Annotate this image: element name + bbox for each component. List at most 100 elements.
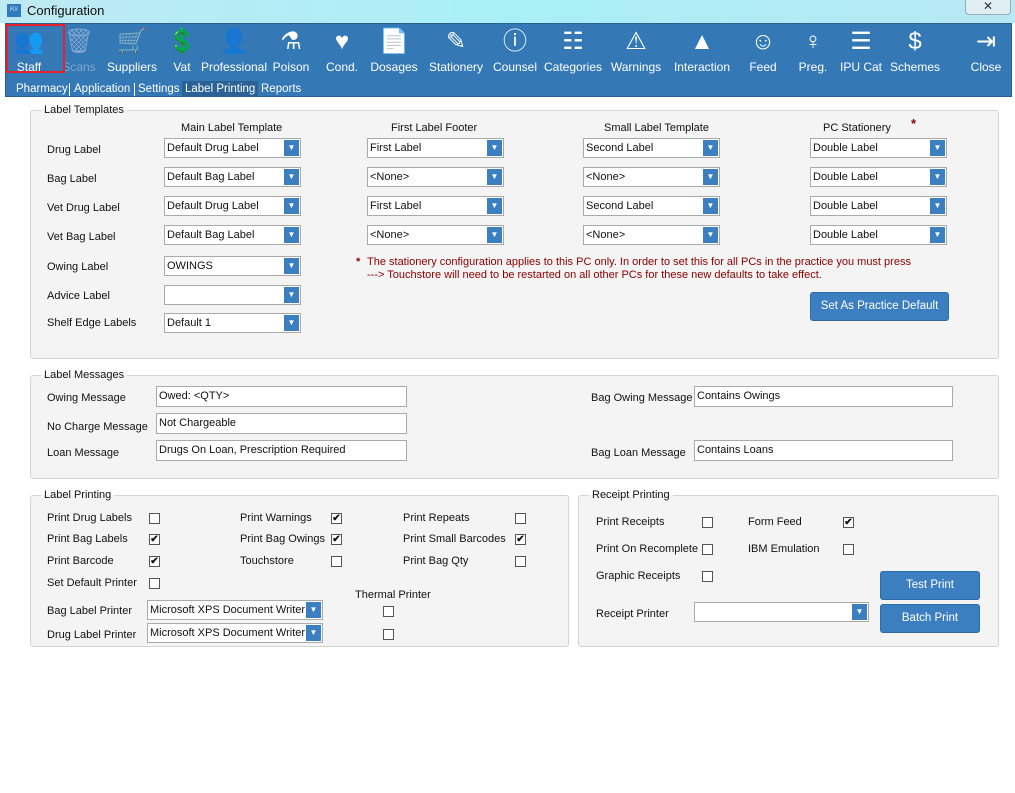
window-close-button[interactable]: ✕ xyxy=(965,0,1011,15)
template-select[interactable]: First Label ▼ xyxy=(367,196,504,216)
template-select[interactable]: Double Label ▼ xyxy=(810,167,947,187)
chevron-down-icon[interactable]: ▼ xyxy=(284,258,299,274)
set-practice-default-button[interactable]: Set As Practice Default xyxy=(810,292,949,321)
toolbar-stationery[interactable]: ✎ Stationery xyxy=(429,26,483,74)
template-select[interactable]: <None> ▼ xyxy=(583,167,720,187)
checkbox[interactable] xyxy=(331,556,342,567)
chevron-down-icon[interactable]: ▼ xyxy=(284,198,299,214)
template-select[interactable]: Double Label ▼ xyxy=(810,225,947,245)
owing-message-input[interactable]: Owed: <QTY> xyxy=(156,386,407,407)
checkbox[interactable] xyxy=(702,571,713,582)
chevron-down-icon[interactable]: ▼ xyxy=(930,140,945,156)
chevron-down-icon[interactable]: ▼ xyxy=(284,287,299,303)
selected-value: Double Label xyxy=(813,142,878,154)
toolbar-preg[interactable]: ♀ Preg. xyxy=(799,26,828,74)
chevron-down-icon[interactable]: ▼ xyxy=(930,169,945,185)
toolbar-categories[interactable]: ☷ Categories xyxy=(544,26,602,74)
chevron-down-icon[interactable]: ▼ xyxy=(284,315,299,331)
template-select[interactable]: Double Label ▼ xyxy=(810,196,947,216)
checkbox[interactable] xyxy=(843,544,854,555)
toolbar-ipu-cat[interactable]: ☰ IPU Cat xyxy=(840,26,882,74)
chevron-down-icon[interactable]: ▼ xyxy=(703,140,718,156)
toolbar-close[interactable]: ⇥ Close xyxy=(971,26,1002,74)
template-select[interactable]: First Label ▼ xyxy=(367,138,504,158)
bag-loan-message-input[interactable]: Contains Loans xyxy=(694,440,953,461)
checkbox[interactable] xyxy=(149,513,160,524)
chevron-down-icon[interactable]: ▼ xyxy=(284,140,299,156)
warning-outline-icon: ⚠ xyxy=(625,28,647,55)
thermal-drug-checkbox[interactable] xyxy=(383,629,394,640)
batch-print-button[interactable]: Batch Print xyxy=(880,604,980,633)
window-title: Configuration xyxy=(27,3,105,18)
thermal-bag-checkbox[interactable] xyxy=(383,606,394,617)
template-select[interactable]: <None> ▼ xyxy=(583,225,720,245)
document-icon: 📄 xyxy=(379,28,409,55)
toolbar-feed[interactable]: ☺ Feed xyxy=(749,26,776,74)
checkbox[interactable] xyxy=(515,556,526,567)
toolbar-suppliers[interactable]: 🛒 Suppliers xyxy=(107,26,157,74)
checkbox[interactable]: ✔ xyxy=(515,534,526,545)
chevron-down-icon[interactable]: ▼ xyxy=(487,169,502,185)
test-print-button[interactable]: Test Print xyxy=(880,571,980,600)
chevron-down-icon[interactable]: ▼ xyxy=(487,227,502,243)
loan-message-input[interactable]: Drugs On Loan, Prescription Required xyxy=(156,440,407,461)
tab-settings[interactable]: Settings xyxy=(135,81,183,97)
template-select[interactable]: Default Drug Label ▼ xyxy=(164,138,301,158)
toolbar-interaction[interactable]: ▲ Interaction xyxy=(674,26,730,74)
chevron-down-icon[interactable]: ▼ xyxy=(703,227,718,243)
chevron-down-icon[interactable]: ▼ xyxy=(284,169,299,185)
template-select[interactable]: <None> ▼ xyxy=(367,167,504,187)
template-select[interactable]: Default Drug Label ▼ xyxy=(164,196,301,216)
toolbar-dosages[interactable]: 📄 Dosages xyxy=(370,26,417,74)
advice-label-select[interactable]: ▼ xyxy=(164,285,301,305)
tab-reports[interactable]: Reports xyxy=(258,81,304,97)
chevron-down-icon[interactable]: ▼ xyxy=(930,227,945,243)
chevron-down-icon[interactable]: ▼ xyxy=(284,227,299,243)
bag-label-printer-select[interactable]: Microsoft XPS Document Writer ▼ xyxy=(147,600,323,620)
template-select[interactable]: Default Bag Label ▼ xyxy=(164,225,301,245)
tab-application[interactable]: Application xyxy=(71,81,133,97)
checkbox[interactable] xyxy=(149,578,160,589)
chevron-down-icon[interactable]: ▼ xyxy=(306,602,321,618)
toolbar-schemes[interactable]: $ Schemes xyxy=(890,26,940,74)
toolbar-warnings[interactable]: ⚠ Warnings xyxy=(611,26,661,74)
chevron-down-icon[interactable]: ▼ xyxy=(852,604,867,620)
checkbox[interactable] xyxy=(702,517,713,528)
checkbox[interactable] xyxy=(515,513,526,524)
template-select[interactable]: Double Label ▼ xyxy=(810,138,947,158)
checkbox[interactable]: ✔ xyxy=(149,534,160,545)
check-label: Form Feed xyxy=(748,516,802,528)
toolbar-counsel[interactable]: ⓘ Counsel xyxy=(493,26,537,74)
chevron-down-icon[interactable]: ▼ xyxy=(703,169,718,185)
chevron-down-icon[interactable]: ▼ xyxy=(306,625,321,641)
owing-label-select[interactable]: OWINGS ▼ xyxy=(164,256,301,276)
template-select[interactable]: Second Label ▼ xyxy=(583,138,720,158)
toolbar-poison[interactable]: ⚗ Poison xyxy=(273,26,310,74)
selected-value: Double Label xyxy=(813,200,878,212)
toolbar-scans[interactable]: 🗑 Scans xyxy=(62,26,95,74)
header-first-label-footer: First Label Footer xyxy=(391,122,478,134)
chevron-down-icon[interactable]: ▼ xyxy=(930,198,945,214)
checkbox[interactable]: ✔ xyxy=(843,517,854,528)
toolbar-vat[interactable]: 💲 Vat xyxy=(167,26,197,74)
checkbox[interactable]: ✔ xyxy=(149,556,160,567)
template-select[interactable]: <None> ▼ xyxy=(367,225,504,245)
chevron-down-icon[interactable]: ▼ xyxy=(487,198,502,214)
shelf-edge-select[interactable]: Default 1 ▼ xyxy=(164,313,301,333)
toolbar-professional[interactable]: 👤 Professional xyxy=(201,26,267,74)
tab-label-printing[interactable]: Label Printing xyxy=(182,81,259,97)
no-charge-message-input[interactable]: Not Chargeable xyxy=(156,413,407,434)
chevron-down-icon[interactable]: ▼ xyxy=(487,140,502,156)
receipt-printer-select[interactable]: ▼ xyxy=(694,602,869,622)
checkbox[interactable] xyxy=(702,544,713,555)
check-label: Print Bag Qty xyxy=(403,555,469,567)
checkbox[interactable]: ✔ xyxy=(331,534,342,545)
toolbar-cond[interactable]: ♥ Cond. xyxy=(326,26,358,74)
drug-label-printer-select[interactable]: Microsoft XPS Document Writer ▼ xyxy=(147,623,323,643)
template-select[interactable]: Default Bag Label ▼ xyxy=(164,167,301,187)
checkbox[interactable]: ✔ xyxy=(331,513,342,524)
tab-pharmacy[interactable]: Pharmacy xyxy=(13,81,71,97)
chevron-down-icon[interactable]: ▼ xyxy=(703,198,718,214)
bag-owing-message-input[interactable]: Contains Owings xyxy=(694,386,953,407)
template-select[interactable]: Second Label ▼ xyxy=(583,196,720,216)
